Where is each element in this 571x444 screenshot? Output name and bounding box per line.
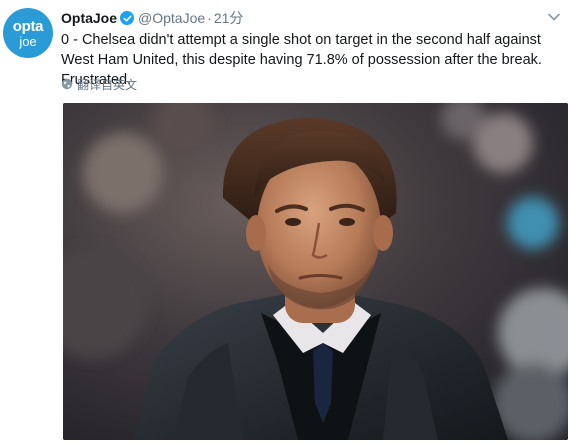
tweet: opta joe OptaJoe @OptaJoe · 21分 0 - Chel…: [0, 0, 571, 444]
globe-icon: [61, 78, 73, 90]
photo-illustration: [63, 103, 568, 440]
display-name[interactable]: OptaJoe: [61, 10, 117, 26]
timestamp[interactable]: 21分: [214, 8, 244, 28]
translate-label: 翻译自英文: [77, 77, 138, 92]
chevron-down-icon[interactable]: [547, 12, 561, 22]
tweet-photo[interactable]: [63, 103, 568, 440]
translate-link[interactable]: 翻译自英文: [61, 76, 137, 92]
user-handle[interactable]: @OptaJoe: [138, 10, 205, 26]
separator-dot: ·: [207, 10, 212, 26]
tweet-header: OptaJoe @OptaJoe · 21分: [61, 8, 243, 28]
avatar-text-bottom: joe: [19, 33, 37, 49]
avatar-text-top: opta: [12, 17, 44, 35]
avatar[interactable]: opta joe: [3, 8, 53, 58]
verified-badge-icon: [120, 11, 135, 25]
